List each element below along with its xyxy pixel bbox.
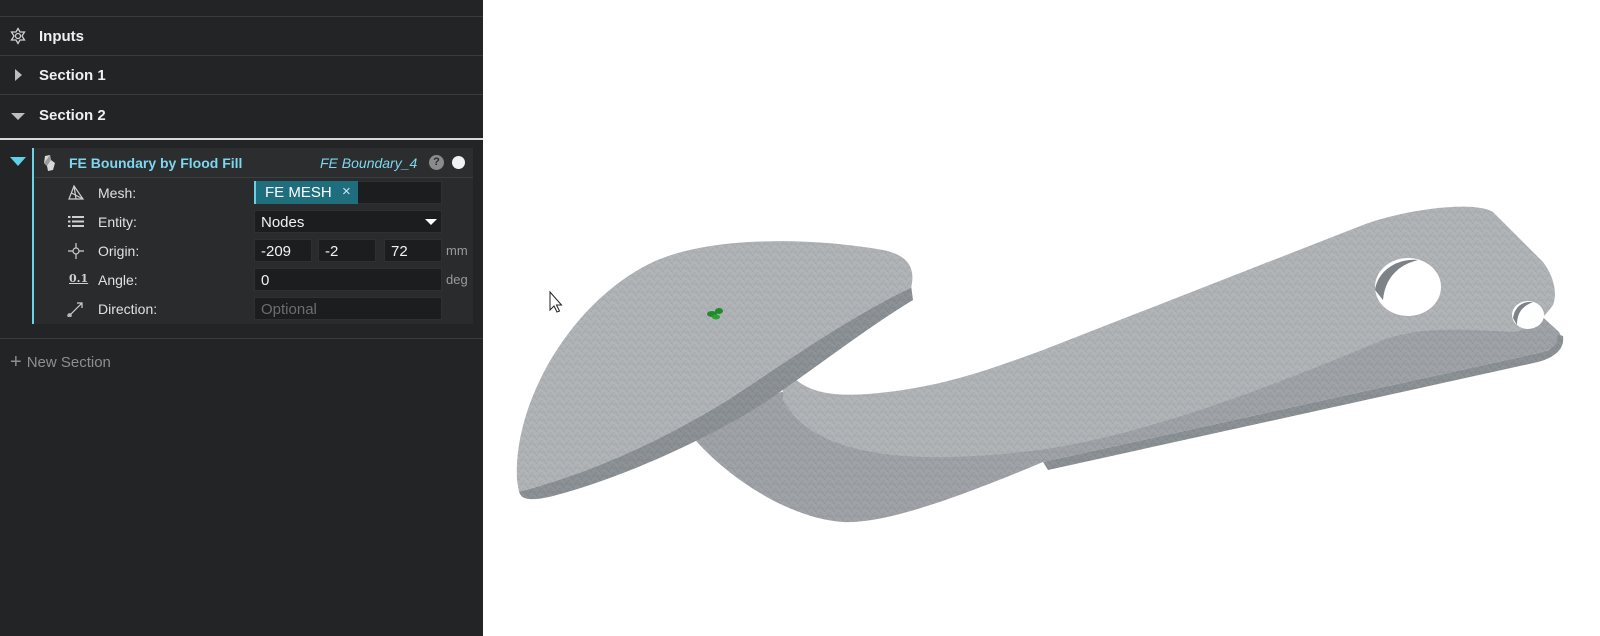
origin-label: Origin: [98,243,140,259]
new-section-button[interactable]: + New Section [10,350,111,373]
section-divider [0,338,483,339]
mouse-cursor-icon [549,290,563,313]
direction-icon [67,302,83,317]
origin-z-input[interactable]: 72 [384,239,442,262]
feature-card-header[interactable]: FE Boundary by Flood Fill FE Boundary_4 … [34,148,473,178]
angle-icon: 0.1 [69,272,89,285]
viewport-canvas[interactable] [483,0,1600,636]
direction-input[interactable]: Optional [254,297,442,320]
card-collapse-icon[interactable] [9,155,27,169]
mesh-property: Mesh: FE MESH × [34,178,473,207]
origin-unit: mm [446,243,468,258]
mesh-chip-text: FE MESH [265,184,332,201]
chevron-right-icon [15,69,22,81]
inputs-header[interactable]: Inputs [0,17,483,56]
3d-viewport[interactable] [483,0,1600,636]
angle-input[interactable]: 0 [254,268,442,291]
feature-title: FE Boundary by Flood Fill [69,155,243,171]
direction-property: Direction: Optional [34,294,473,323]
panel-top-bar [0,0,483,17]
section-2-header[interactable]: Section 2 [0,95,483,140]
entity-select[interactable]: Nodes [254,210,442,233]
feature-name[interactable]: FE Boundary_4 [320,155,417,171]
flood-fill-icon [44,155,55,171]
new-section-label: New Section [26,354,111,371]
list-icon [68,216,84,227]
direction-label: Direction: [98,301,158,317]
mesh-chip[interactable]: FE MESH × [254,181,358,204]
entity-property: Entity: Nodes [34,207,473,236]
inputs-icon [10,27,26,45]
plus-icon: + [10,351,22,373]
status-dot-icon[interactable] [452,156,465,169]
inputs-label: Inputs [39,28,84,45]
entity-value: Nodes [261,214,305,231]
entity-label: Entity: [98,214,137,230]
origin-property: Origin: -209 -2 72 mm [34,236,473,265]
feature-panel: Inputs Section 1 Section 2 FE Boundary b… [0,0,483,636]
angle-unit: deg [446,272,468,287]
close-icon[interactable]: × [342,183,351,200]
origin-icon [68,243,84,259]
help-icon[interactable]: ? [429,155,444,170]
section-2-label: Section 2 [39,107,106,124]
angle-property: 0.1 Angle: 0 deg [34,265,473,294]
mesh-label: Mesh: [98,185,137,201]
fe-boundary-feature-card: FE Boundary by Flood Fill FE Boundary_4 … [32,148,473,324]
chevron-down-icon [11,113,25,120]
angle-label: Angle: [98,272,138,288]
mesh-icon [68,184,85,200]
origin-y-input[interactable]: -2 [318,239,376,262]
origin-x-input[interactable]: -209 [254,239,312,262]
section-1-header[interactable]: Section 1 [0,56,483,95]
section-1-label: Section 1 [39,67,106,84]
dropdown-arrow-icon [425,219,437,225]
